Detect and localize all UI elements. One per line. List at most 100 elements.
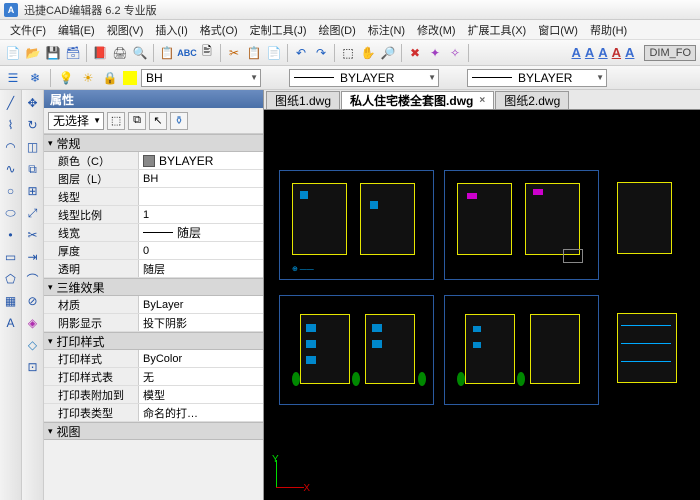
paste-icon[interactable]: 📄 xyxy=(265,44,283,62)
prop-row-ptype[interactable]: 打印表类型命名的打… xyxy=(44,404,263,422)
menu-window[interactable]: 窗口(W) xyxy=(532,22,584,38)
prop-row-lineweight[interactable]: 线宽随层 xyxy=(44,224,263,242)
purge-icon[interactable]: ✦ xyxy=(426,44,444,62)
layer-combo[interactable]: BH▼ xyxy=(141,69,261,87)
section-view[interactable]: ▾视图 xyxy=(44,422,263,440)
linetype-combo[interactable]: BYLAYER▼ xyxy=(289,69,439,87)
extend-icon[interactable]: ⇥ xyxy=(24,248,42,266)
menu-dimension[interactable]: 标注(N) xyxy=(362,22,411,38)
spline-icon[interactable]: ∿ xyxy=(2,160,20,178)
text-style-a4[interactable]: A xyxy=(612,45,621,60)
prop-row-pstyle[interactable]: 打印样式ByColor xyxy=(44,350,263,368)
color-swatch[interactable] xyxy=(123,71,137,85)
zoom-icon[interactable]: 🔎 xyxy=(379,44,397,62)
text-style-a2[interactable]: A xyxy=(585,45,594,60)
fillet-icon[interactable]: ⌒ xyxy=(24,270,42,288)
text-style-a1[interactable]: A xyxy=(571,45,580,60)
scale-icon[interactable]: ⤢ xyxy=(24,204,42,222)
copy-icon[interactable]: 📋 xyxy=(245,44,263,62)
layer-manager-icon[interactable]: ☰ xyxy=(4,69,22,87)
prop-row-thickness[interactable]: 厚度0 xyxy=(44,242,263,260)
dim-style-combo[interactable]: DIM_FO xyxy=(644,45,696,61)
menu-format[interactable]: 格式(O) xyxy=(194,22,244,38)
tab-doc2[interactable]: 私人住宅楼全套图.dwg× xyxy=(341,91,494,109)
find-icon[interactable]: 🖹 xyxy=(198,44,216,62)
polygon-icon[interactable]: ⬠ xyxy=(2,270,20,288)
prop-row-linetype[interactable]: 线型 xyxy=(44,188,263,206)
layer-freeze-icon[interactable]: ❄ xyxy=(26,69,44,87)
trim-icon[interactable]: ✂ xyxy=(24,226,42,244)
move-icon[interactable]: ✥ xyxy=(24,94,42,112)
pick-icon[interactable]: ↖ xyxy=(149,112,167,130)
group-icon[interactable]: ⊡ xyxy=(24,358,42,376)
open-icon[interactable]: 📂 xyxy=(24,44,42,62)
page-setup-icon[interactable]: 📋 xyxy=(158,44,176,62)
pan-icon[interactable]: ✋ xyxy=(359,44,377,62)
section-3d-effect[interactable]: ▾三维效果 xyxy=(44,278,263,296)
text-icon[interactable]: A xyxy=(2,314,20,332)
rotate-icon[interactable]: ↻ xyxy=(24,116,42,134)
preview-icon[interactable]: 🔍 xyxy=(131,44,149,62)
redo-icon[interactable]: ↷ xyxy=(312,44,330,62)
hatch-icon[interactable]: ▦ xyxy=(2,292,20,310)
prop-row-pattach[interactable]: 打印表附加到模型 xyxy=(44,386,263,404)
spell-icon[interactable]: ABC xyxy=(178,44,196,62)
rectangle-icon[interactable]: ▭ xyxy=(2,248,20,266)
lock-icon[interactable]: 🔒 xyxy=(101,69,119,87)
text-style-a5[interactable]: A xyxy=(625,45,634,60)
filter-icon[interactable]: ⚱ xyxy=(170,112,188,130)
menu-help[interactable]: 帮助(H) xyxy=(584,22,633,38)
quick-select-icon[interactable]: ⬚ xyxy=(107,112,125,130)
prop-row-layer[interactable]: 图层（L）BH xyxy=(44,170,263,188)
prop-row-pstyletable[interactable]: 打印样式表无 xyxy=(44,368,263,386)
arc-icon[interactable]: ◠ xyxy=(2,138,20,156)
tab-doc3[interactable]: 图纸2.dwg xyxy=(495,91,569,109)
prop-row-material[interactable]: 材质ByLayer xyxy=(44,296,263,314)
prop-row-transparency[interactable]: 透明随层 xyxy=(44,260,263,278)
explode-icon[interactable]: ✧ xyxy=(446,44,464,62)
mirror-icon[interactable]: ◫ xyxy=(24,138,42,156)
circle-icon[interactable]: ○ xyxy=(2,182,20,200)
drawing-thumbnail xyxy=(609,170,699,280)
sun-icon[interactable]: ☀ xyxy=(79,69,97,87)
tab-doc1[interactable]: 图纸1.dwg xyxy=(266,91,340,109)
menu-edit[interactable]: 编辑(E) xyxy=(52,22,101,38)
break-icon[interactable]: ⊘ xyxy=(24,292,42,310)
menu-draw[interactable]: 绘图(D) xyxy=(313,22,362,38)
select-similar-icon[interactable]: ⧉ xyxy=(128,112,146,130)
menu-view[interactable]: 视图(V) xyxy=(101,22,150,38)
close-icon[interactable]: × xyxy=(479,95,485,106)
line-icon[interactable]: ╱ xyxy=(2,94,20,112)
menu-tools[interactable]: 定制工具(J) xyxy=(244,22,313,38)
menu-modify[interactable]: 修改(M) xyxy=(411,22,462,38)
undo-icon[interactable]: ↶ xyxy=(292,44,310,62)
menu-extend[interactable]: 扩展工具(X) xyxy=(462,22,533,38)
offset-icon[interactable]: ⧉ xyxy=(24,160,42,178)
prop-row-shadow[interactable]: 阴影显示投下阴影 xyxy=(44,314,263,332)
bulb-icon[interactable]: 💡 xyxy=(57,69,75,87)
new-icon[interactable]: 📄 xyxy=(4,44,22,62)
save-icon[interactable]: 💾 xyxy=(44,44,62,62)
export-pdf-icon[interactable]: 📕 xyxy=(91,44,109,62)
menu-insert[interactable]: 插入(I) xyxy=(149,22,193,38)
prop-row-color[interactable]: 颜色（C）BYLAYER xyxy=(44,152,263,170)
section-general[interactable]: ▾常规 xyxy=(44,134,263,152)
prop-row-ltscale[interactable]: 线型比例1 xyxy=(44,206,263,224)
section-print-style[interactable]: ▾打印样式 xyxy=(44,332,263,350)
lineweight-combo[interactable]: BYLAYER▼ xyxy=(467,69,607,87)
cut-icon[interactable]: ✂ xyxy=(225,44,243,62)
print-icon[interactable]: 🖨 xyxy=(111,44,129,62)
drawing-canvas[interactable]: ⊕ —— xyxy=(264,110,700,500)
saveall-icon[interactable]: 🗃 xyxy=(64,44,82,62)
polyline-icon[interactable]: ⌇ xyxy=(2,116,20,134)
boundary-icon[interactable]: ◇ xyxy=(24,336,42,354)
delete-icon[interactable]: ✖ xyxy=(406,44,424,62)
array-icon[interactable]: ⊞ xyxy=(24,182,42,200)
selection-combo[interactable]: 无选择▼ xyxy=(48,112,104,130)
select-icon[interactable]: ⬚ xyxy=(339,44,357,62)
region-icon[interactable]: ◈ xyxy=(24,314,42,332)
ellipse-icon[interactable]: ⬭ xyxy=(2,204,20,222)
text-style-a3[interactable]: A xyxy=(598,45,607,60)
menu-file[interactable]: 文件(F) xyxy=(4,22,52,38)
point-icon[interactable]: • xyxy=(2,226,20,244)
